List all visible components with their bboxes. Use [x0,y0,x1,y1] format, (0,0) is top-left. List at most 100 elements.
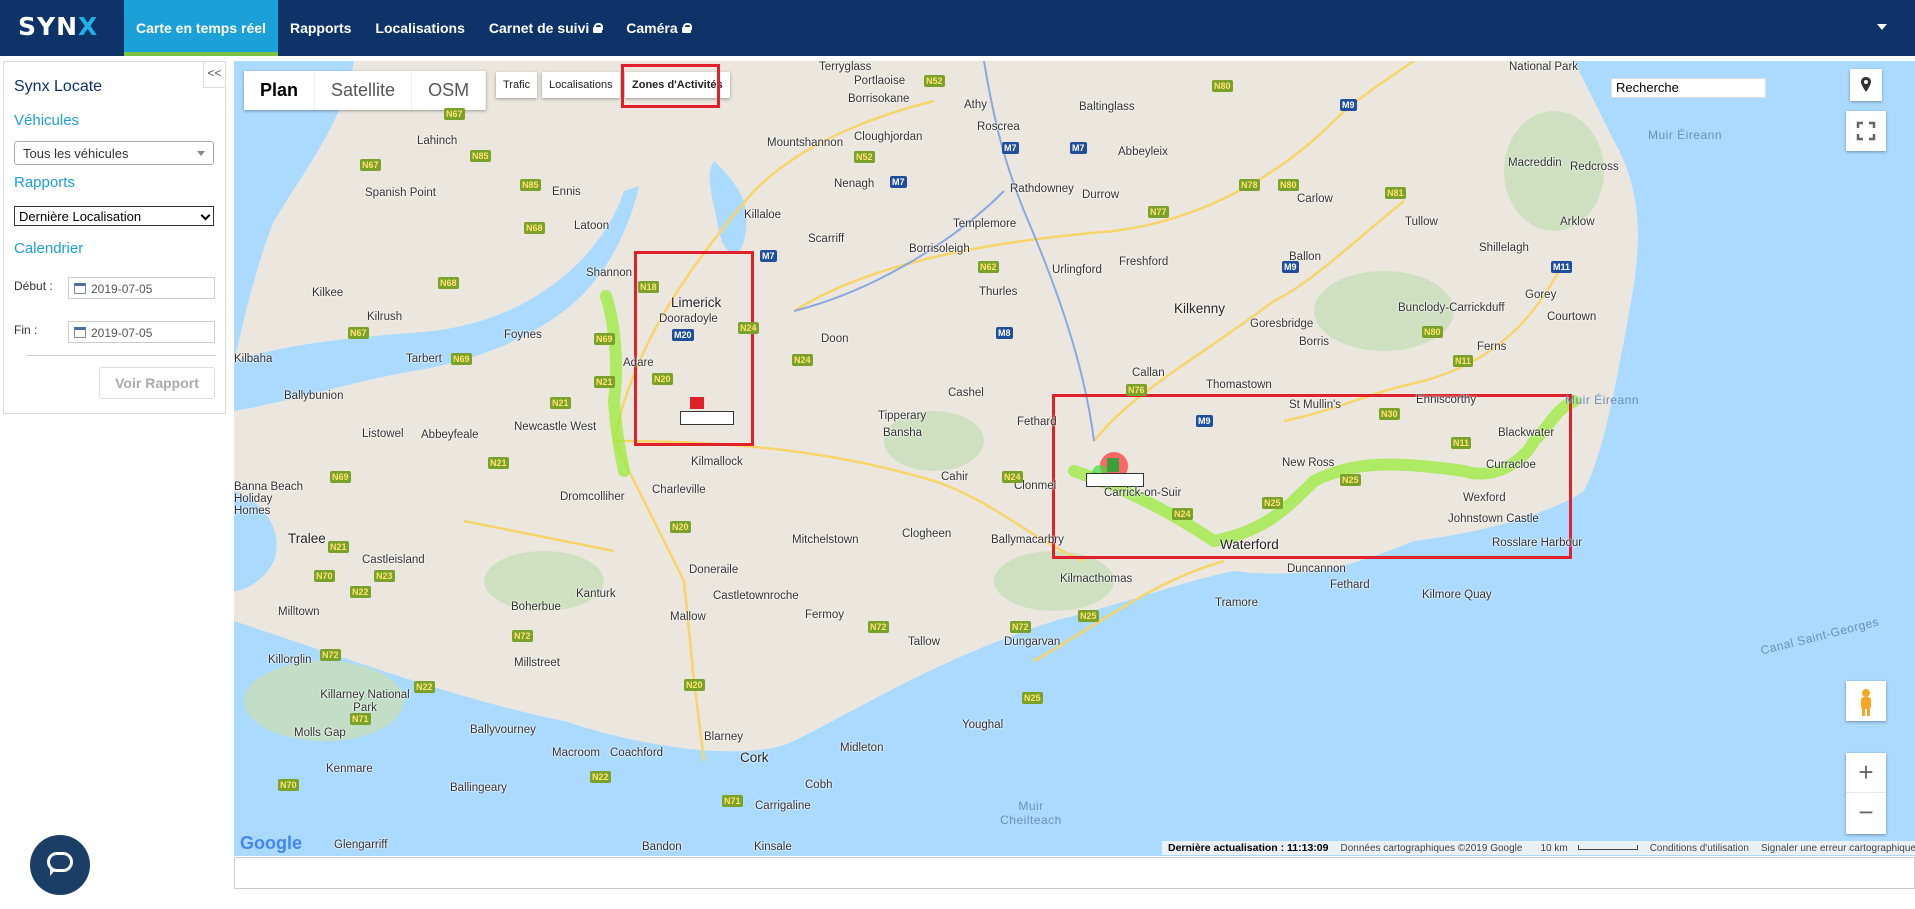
report-error-link[interactable]: Signaler une erreur cartographique [1755,843,1915,854]
place-label: Kilmacthomas [1060,573,1133,585]
place-label: Waterford [1220,537,1279,552]
road-shield: N11 [1451,437,1472,449]
place-label: Adare [623,357,654,369]
place-label: Fermoy [805,609,844,621]
place-label: Roscrea [977,121,1020,133]
place-label: Athy [964,99,988,111]
road-shield: N52 [854,151,875,163]
end-date-input[interactable]: 2019-07-05 [68,321,215,343]
road-shield: N69 [451,353,472,365]
nav-camera[interactable]: Caméra [614,0,702,56]
location-pin-button[interactable] [1850,69,1882,101]
start-date-value: 2019-07-05 [91,282,153,296]
place-label: Killaloe [744,209,782,221]
place-label: Thomastown [1206,379,1272,391]
google-logo-text: Google [240,833,302,853]
nav-carnet-de-suivi[interactable]: Carnet de suivi [477,0,614,56]
place-label: Banna Beach Holiday Homes [234,481,304,517]
scale-label: 10 km [1540,842,1568,854]
traffic-layer-button[interactable]: Trafic [496,72,538,98]
place-label: Foynes [504,329,542,341]
zoom-in-button[interactable]: + [1846,753,1886,793]
road-shield: N25 [1078,610,1099,622]
map-type-osm[interactable]: OSM [412,71,487,110]
place-label: Borrisokane [848,93,910,105]
road-shield: N25 [1340,474,1361,486]
dropdown-arrow-icon [197,151,205,156]
place-label: Cloughjordan [854,131,923,143]
place-label: Doon [821,333,849,345]
nav-carte-temps-reel[interactable]: Carte en temps réel [124,0,278,56]
view-report-button[interactable]: Voir Rapport [99,367,215,399]
end-date-label: Fin : [14,323,38,337]
calendar-icon [74,327,86,338]
place-label: Dromcolliher [560,491,625,503]
end-date-value: 2019-07-05 [91,326,153,340]
road-shield: N78 [1239,179,1260,191]
vehicle-marker[interactable] [690,397,704,409]
collapse-sidebar-button[interactable]: << [203,62,225,88]
place-label: Clogheen [902,528,952,540]
synx-logo[interactable]: SYNX [18,12,108,42]
vehicles-select[interactable]: Tous les véhicules [14,141,214,165]
place-label: Mountshannon [767,137,844,149]
place-label: Kinsale [754,841,792,853]
lock-icon [593,23,604,33]
place-label: Coachford [610,747,664,759]
vehicle-label [1086,473,1144,487]
report-type-select[interactable]: Dernière Localisation [14,206,214,226]
place-label: Enniscorthy [1416,394,1477,406]
road-shield: N70 [314,570,335,582]
road-shield: N69 [330,471,351,483]
locations-layer-button[interactable]: Localisations [542,72,620,98]
road-shield: M7 [1002,142,1019,154]
chat-button[interactable] [30,835,90,895]
nav-label: Localisations [375,20,465,36]
place-label: Urlingford [1052,264,1102,276]
zoom-out-button[interactable]: − [1846,793,1886,833]
chevron-down-icon [200,210,211,221]
map-type-plan[interactable]: Plan [244,71,316,110]
sea-label: Muir Éireann [1648,128,1723,142]
terms-link[interactable]: Conditions d'utilisation [1644,843,1755,854]
place-label: Charleville [652,484,706,496]
activity-zones-layer-button[interactable]: Zones d'Activités [625,72,730,98]
place-label: Cashel [948,387,984,399]
place-label: Doneraile [689,564,739,576]
vehicle-label [680,411,734,425]
nav-localisations[interactable]: Localisations [363,0,476,56]
place-label: Tipperary [878,410,927,422]
place-label: Kanturk [576,588,616,600]
start-date-input[interactable]: 2019-07-05 [68,277,215,299]
road-shield: N77 [1148,206,1169,218]
place-label: Latoon [574,220,610,232]
place-label: St Mullin's [1289,399,1342,411]
road-shield: M9 [1340,99,1357,111]
map-type-satellite[interactable]: Satellite [315,71,413,110]
place-label: Duncannon [1287,563,1346,575]
street-view-pegman-button[interactable] [1846,681,1886,721]
place-label: Blackwater [1498,427,1555,439]
road-shield: M7 [890,176,907,188]
road-shield: N20 [684,679,705,691]
map-canvas[interactable]: Plan Satellite OSM Trafic Localisations … [234,61,1915,856]
road-shield: N21 [488,457,509,469]
road-shield: N80 [1278,179,1299,191]
place-label: Borrisoleigh [909,243,970,255]
place-label: Carlow [1297,193,1333,205]
vehicle-marker[interactable] [1107,458,1119,472]
road-shield: N72 [1010,621,1031,633]
fullscreen-button[interactable] [1846,111,1886,151]
place-label: Carrick-on-Suir [1104,487,1182,499]
road-shield: N68 [524,222,545,234]
place-label: Tullow [1405,216,1438,228]
road-shield: N21 [550,397,571,409]
place-label: Baltinglass [1079,101,1135,113]
main-nav: Carte en temps réel Rapports Localisatio… [124,0,703,56]
chevron-down-icon[interactable] [1877,24,1887,30]
place-label: Shannon [586,267,633,279]
map-search-input[interactable]: Recherche [1611,78,1766,98]
place-label: Ballybunion [284,390,344,402]
nav-rapports[interactable]: Rapports [278,0,363,56]
place-label: Ferns [1477,341,1507,353]
